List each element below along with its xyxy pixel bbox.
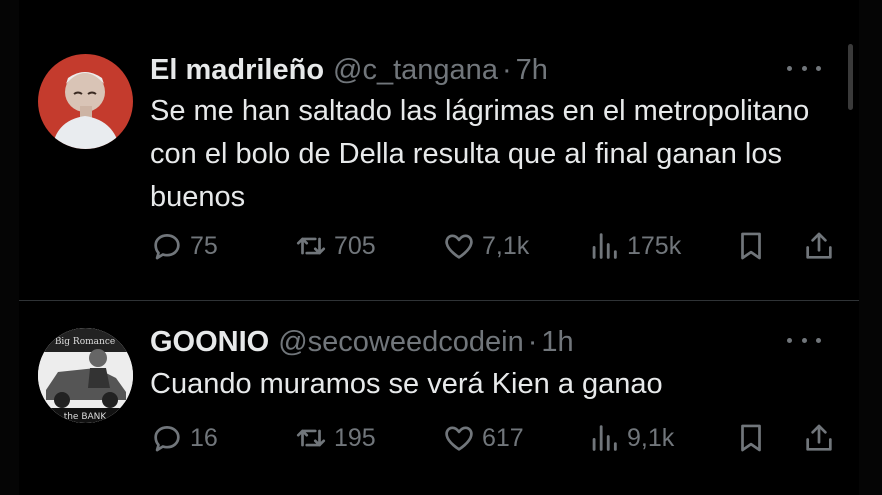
- tweet-text: Se me han saltado las lágrimas en el met…: [150, 95, 810, 213]
- reply-button[interactable]: 75: [150, 229, 218, 263]
- tweet-header: El madrileño @c_tangana · 7h: [150, 54, 548, 87]
- retweet-icon: [296, 237, 326, 255]
- retweet-button[interactable]: 195: [294, 421, 376, 455]
- display-name[interactable]: GOONIO: [150, 326, 269, 359]
- timestamp[interactable]: 1h: [541, 326, 573, 359]
- avatar-text-top: Big Romance: [55, 337, 115, 347]
- tweet-text: Cuando muramos se verá Kien a ganao: [150, 368, 663, 400]
- more-options-icon[interactable]: [787, 62, 821, 74]
- avatar-image: [38, 54, 133, 149]
- retweet-button[interactable]: 705: [294, 229, 376, 263]
- avatar[interactable]: Big Romance the BANK: [38, 328, 133, 423]
- share-button[interactable]: [802, 229, 836, 263]
- share-button[interactable]: [802, 421, 836, 455]
- tweet-actions: 75 705 7,1k 175k: [150, 229, 840, 269]
- view-count: 9,1k: [627, 423, 675, 452]
- tweet-actions: 16 195 617 9,1k: [150, 421, 840, 461]
- tweet-divider: [19, 300, 859, 301]
- reply-icon: [154, 426, 180, 452]
- avatar[interactable]: [38, 54, 133, 149]
- avatar-image: Big Romance the BANK: [38, 328, 133, 423]
- separator-dot: ·: [501, 54, 512, 86]
- heart-icon: [445, 234, 473, 259]
- separator-dot: ·: [527, 326, 538, 358]
- more-options-icon[interactable]: [787, 334, 821, 346]
- like-button[interactable]: 617: [442, 421, 524, 455]
- bookmark-icon: [741, 232, 761, 260]
- timestamp[interactable]: 7h: [516, 54, 548, 87]
- left-edge: [0, 0, 19, 495]
- views-button[interactable]: 175k: [587, 229, 681, 263]
- like-button[interactable]: 7,1k: [442, 229, 529, 263]
- bookmark-button[interactable]: [734, 421, 768, 455]
- retweet-count: 195: [334, 423, 376, 452]
- retweet-count: 705: [334, 231, 376, 260]
- views-button[interactable]: 9,1k: [587, 421, 674, 455]
- views-icon: [592, 425, 617, 451]
- like-count: 7,1k: [482, 231, 530, 260]
- reply-count: 16: [190, 423, 218, 452]
- share-icon: [806, 424, 832, 451]
- display-name[interactable]: El madrileño: [150, 54, 324, 87]
- share-icon: [806, 232, 832, 259]
- right-edge: [859, 0, 882, 495]
- tweet-header: GOONIO @secoweedcodein · 1h: [150, 326, 574, 359]
- bookmark-icon: [741, 424, 761, 452]
- like-count: 617: [482, 423, 524, 452]
- user-handle[interactable]: @c_tangana: [333, 54, 498, 87]
- heart-icon: [445, 426, 473, 451]
- reply-icon: [154, 234, 180, 260]
- user-handle[interactable]: @secoweedcodein: [278, 326, 523, 359]
- reply-count: 75: [190, 231, 218, 260]
- views-icon: [592, 233, 617, 259]
- reply-button[interactable]: 16: [150, 421, 218, 455]
- view-count: 175k: [627, 231, 682, 260]
- bookmark-button[interactable]: [734, 229, 768, 263]
- retweet-icon: [296, 429, 326, 447]
